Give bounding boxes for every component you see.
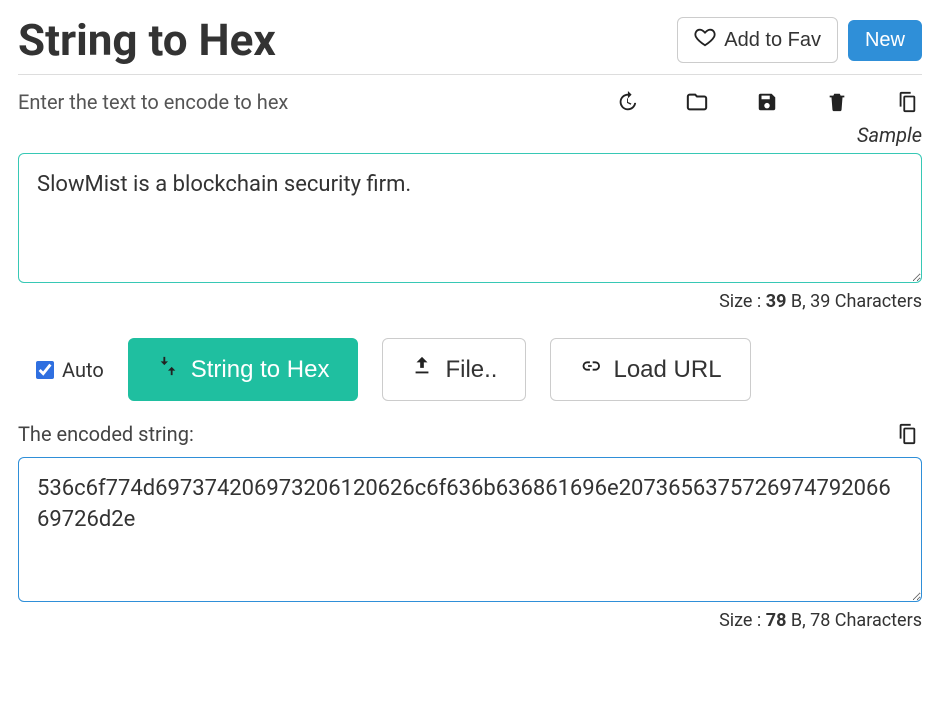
header-actions: Add to Fav New: [677, 17, 922, 63]
output-label: The encoded string:: [18, 422, 194, 446]
auto-checkbox-wrap[interactable]: Auto: [36, 358, 104, 382]
link-icon: [579, 355, 601, 384]
output-textarea[interactable]: 536c6f774d697374206973206120626c6f636b63…: [18, 457, 922, 602]
copy-icon[interactable]: [892, 87, 922, 117]
output-size-bytes: 78: [766, 610, 787, 631]
trash-icon[interactable]: [822, 87, 852, 117]
output-size-prefix: Size :: [719, 610, 766, 631]
add-fav-label: Add to Fav: [724, 29, 821, 52]
copy-output-icon[interactable]: [892, 419, 922, 449]
auto-label: Auto: [62, 358, 104, 382]
convert-label: String to Hex: [191, 356, 330, 384]
file-button[interactable]: File..: [382, 338, 526, 401]
output-size-unit: B,: [786, 610, 810, 631]
heart-icon: [694, 26, 716, 54]
save-icon[interactable]: [752, 87, 782, 117]
input-prompt: Enter the text to encode to hex: [18, 90, 288, 114]
page-title: String to Hex: [18, 14, 276, 66]
output-label-row: The encoded string:: [18, 419, 922, 449]
action-row: Auto String to Hex File.. Load URL: [18, 338, 922, 401]
sample-row: Sample: [18, 123, 922, 147]
sample-link[interactable]: Sample: [857, 123, 922, 147]
input-toolbar: [612, 87, 922, 117]
input-subhead: Enter the text to encode to hex: [18, 87, 922, 117]
new-label: New: [865, 29, 905, 52]
divider: [18, 74, 922, 75]
add-fav-button[interactable]: Add to Fav: [677, 17, 838, 63]
input-size-bytes: 39: [766, 291, 787, 312]
output-size-chars: 78 Characters: [810, 610, 922, 631]
new-button[interactable]: New: [848, 20, 922, 61]
history-icon[interactable]: [612, 87, 642, 117]
input-size-prefix: Size :: [719, 291, 766, 312]
output-size: Size : 78 B, 78 Characters: [18, 610, 922, 631]
convert-button[interactable]: String to Hex: [128, 338, 359, 401]
auto-checkbox[interactable]: [36, 361, 54, 379]
input-size-unit: B,: [786, 291, 810, 312]
file-label: File..: [445, 356, 497, 384]
input-textarea[interactable]: [18, 153, 922, 283]
input-size: Size : 39 B, 39 Characters: [18, 291, 922, 312]
header: String to Hex Add to Fav New: [18, 14, 922, 74]
load-url-button[interactable]: Load URL: [550, 338, 750, 401]
input-size-chars: 39 Characters: [810, 291, 922, 312]
transform-icon: [157, 355, 179, 384]
load-url-label: Load URL: [613, 356, 721, 384]
folder-icon[interactable]: [682, 87, 712, 117]
upload-icon: [411, 355, 433, 384]
